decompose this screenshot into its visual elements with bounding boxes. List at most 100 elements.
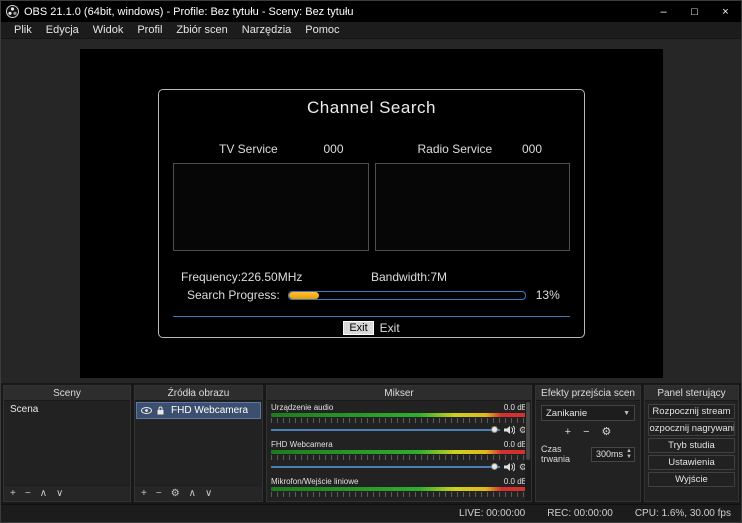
sources-toolbar: + − ⚙ ∧ ∨ — [135, 485, 262, 501]
studio-mode-button[interactable]: Tryb studia — [648, 438, 735, 453]
transition-properties-gear-icon[interactable]: ⚙ — [602, 427, 612, 438]
search-progress-bar — [288, 291, 526, 300]
menu-item-widok[interactable]: Widok — [86, 24, 131, 36]
start-streaming-button[interactable]: Rozpocznij stream — [648, 404, 735, 419]
add-scene-icon[interactable]: + — [10, 489, 16, 499]
statusbar: LIVE: 00:00:00 REC: 00:00:00 CPU: 1.6%, … — [1, 504, 741, 522]
scene-move-down-icon[interactable]: ∨ — [56, 489, 63, 499]
transitions-toolbar: + − ⚙ — [541, 427, 635, 438]
duration-spinner[interactable]: 300ms ▲ ▼ — [591, 447, 635, 462]
mixer-dock-title[interactable]: Mikser — [267, 386, 531, 401]
video-preview[interactable]: Channel Search TV Service 000 Radio Serv… — [80, 49, 663, 378]
speaker-icon[interactable] — [504, 462, 515, 472]
sources-list: FHD Webcamera — [135, 401, 262, 485]
channel-name: Mikrofon/Wejście liniowe — [271, 477, 358, 487]
transitions-dock-title[interactable]: Efekty przejścia scen — [536, 386, 640, 401]
transition-selected-value: Zanikanie — [546, 408, 587, 419]
channel-db: 0.0 dB — [504, 440, 527, 450]
transition-select[interactable]: Zanikanie ▼ — [541, 405, 635, 421]
menu-item-edycja[interactable]: Edycja — [39, 24, 86, 36]
mixer-scrollbar-handle[interactable] — [526, 402, 530, 460]
search-progress-row: Search Progress: 13% — [173, 288, 570, 302]
settings-button[interactable]: Ustawienia — [648, 455, 735, 470]
lock-icon[interactable] — [156, 406, 167, 415]
exit-label: Exit — [380, 321, 400, 335]
source-move-up-icon[interactable]: ∧ — [189, 489, 196, 499]
transitions-body: Zanikanie ▼ + − ⚙ Czas trwania 300ms ▲ ▼ — [536, 401, 640, 501]
remove-source-icon[interactable]: − — [156, 489, 162, 499]
transition-duration-row: Czas trwania 300ms ▲ ▼ — [541, 444, 635, 464]
source-name: FHD Webcamera — [171, 405, 248, 416]
menubar: Plik Edycja Widok Profil Zbiór scen Narz… — [1, 22, 741, 39]
cpu-fps: CPU: 1.6%, 30.00 fps — [635, 508, 731, 519]
radio-service-count: 000 — [522, 142, 542, 156]
exit-app-button[interactable]: Wyjście — [648, 472, 735, 487]
frequency-label: Frequency:226.50MHz — [181, 270, 371, 284]
window-controls: – □ × — [648, 1, 741, 22]
controls-dock-title[interactable]: Panel sterujący — [645, 386, 738, 401]
volume-meter — [271, 450, 527, 454]
add-transition-icon[interactable]: + — [565, 427, 571, 438]
menu-item-zbior-scen[interactable]: Zbiór scen — [169, 24, 234, 36]
tuning-info-row: Frequency:226.50MHz Bandwidth:7M — [173, 270, 570, 284]
menu-item-profil[interactable]: Profil — [130, 24, 169, 36]
service-counters: TV Service 000 Radio Service 000 — [173, 142, 570, 156]
start-recording-button[interactable]: Rozpocznij nagrywanie — [648, 421, 735, 436]
maximize-button[interactable]: □ — [679, 1, 710, 22]
search-progress-percent: 13% — [536, 288, 560, 302]
rec-time: REC: 00:00:00 — [547, 508, 613, 519]
source-properties-gear-icon[interactable]: ⚙ — [171, 489, 180, 499]
volume-meter — [271, 487, 527, 491]
close-button[interactable]: × — [710, 1, 741, 22]
minimize-button[interactable]: – — [648, 1, 679, 22]
channel-db: 0.0 dB — [504, 477, 527, 487]
mixer-channel: Mikrofon/Wejście liniowe 0.0 dB — [271, 477, 527, 497]
mixer-channel: FHD Webcamera 0.0 dB — [271, 440, 527, 473]
channel-name: FHD Webcamera — [271, 440, 333, 450]
dialog-divider — [173, 316, 570, 317]
preview-area: Channel Search TV Service 000 Radio Serv… — [1, 39, 741, 383]
chevron-down-icon: ▼ — [623, 410, 630, 417]
exit-row: Exit Exit — [173, 321, 570, 335]
source-move-down-icon[interactable]: ∨ — [205, 489, 212, 499]
mixer-scrollbar[interactable] — [525, 401, 531, 501]
exit-button[interactable]: Exit — [343, 321, 373, 335]
sources-dock-title[interactable]: Źródła obrazu — [135, 386, 262, 401]
menu-item-pomoc[interactable]: Pomoc — [298, 24, 346, 36]
controls-body: Rozpocznij stream Rozpocznij nagrywanie … — [645, 401, 738, 501]
sources-dock: Źródła obrazu FHD — [134, 385, 263, 502]
spin-down-icon[interactable]: ▼ — [626, 454, 632, 460]
meter-scale — [271, 492, 527, 497]
volume-slider[interactable] — [271, 425, 500, 435]
scenes-dock-title[interactable]: Sceny — [4, 386, 130, 401]
dialog-title: Channel Search — [173, 98, 570, 120]
speaker-icon[interactable] — [504, 425, 515, 435]
scene-list-item[interactable]: Scena — [4, 401, 130, 418]
channel-search-dialog: Channel Search TV Service 000 Radio Serv… — [158, 89, 585, 338]
duration-value: 300ms — [596, 449, 623, 459]
volume-slider-handle[interactable] — [491, 463, 498, 470]
remove-transition-icon[interactable]: − — [583, 427, 589, 438]
scenes-dock: Sceny Scena + − ∧ ∨ — [3, 385, 131, 502]
obs-window: OBS 21.1.0 (64bit, windows) - Profile: B… — [0, 0, 742, 523]
dock-area: Sceny Scena + − ∧ ∨ Źródła obrazu — [1, 383, 741, 504]
tv-service-count: 000 — [323, 142, 343, 156]
volume-slider[interactable] — [271, 462, 500, 472]
source-list-item[interactable]: FHD Webcamera — [136, 402, 261, 419]
channel-db: 0.0 dB — [504, 403, 527, 413]
bandwidth-label: Bandwidth:7M — [371, 270, 447, 284]
menu-item-plik[interactable]: Plik — [7, 24, 39, 36]
scene-move-up-icon[interactable]: ∧ — [40, 489, 47, 499]
meter-scale — [271, 455, 527, 460]
add-source-icon[interactable]: + — [141, 489, 147, 499]
remove-scene-icon[interactable]: − — [25, 489, 31, 499]
menu-item-narzedzia[interactable]: Narzędzia — [235, 24, 299, 36]
volume-slider-handle[interactable] — [491, 426, 498, 433]
tv-service-list — [173, 163, 369, 251]
visibility-eye-icon[interactable] — [141, 406, 152, 415]
live-time: LIVE: 00:00:00 — [459, 508, 525, 519]
volume-meter — [271, 413, 527, 417]
titlebar: OBS 21.1.0 (64bit, windows) - Profile: B… — [1, 1, 741, 22]
duration-spin-arrows: ▲ ▼ — [626, 448, 632, 460]
radio-service-label: Radio Service — [418, 142, 493, 156]
